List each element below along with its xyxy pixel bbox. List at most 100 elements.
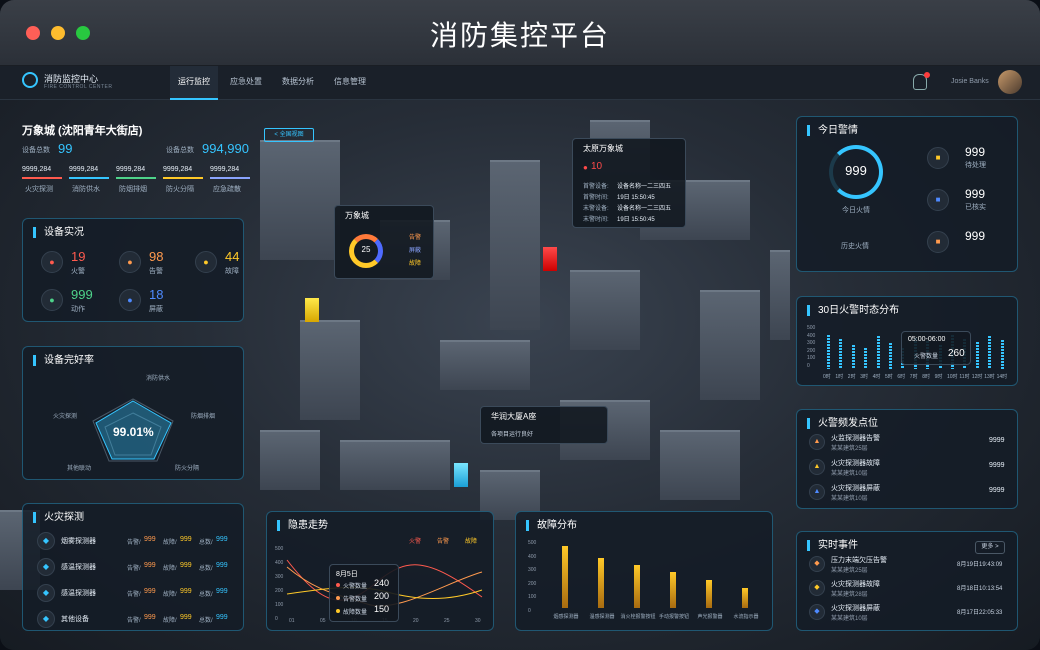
tooltip-dot — [336, 609, 340, 613]
hazard-ytick: 100 — [275, 602, 284, 608]
equip-icon: ● — [41, 289, 63, 311]
history-label: 历史火情 — [841, 243, 869, 250]
equip-icon: ● — [119, 251, 141, 273]
building-pin-huarun[interactable] — [454, 463, 468, 487]
tab-analysis[interactable]: 数据分析 — [274, 66, 322, 100]
detector-icon: ◆ — [37, 532, 55, 550]
month-xtick: 3时 — [860, 374, 868, 380]
detector-stat-label: 告警/ — [127, 592, 141, 598]
building-pin-wanxiang[interactable] — [305, 298, 319, 322]
stat-value: 9999,284 — [210, 166, 240, 173]
tab-info[interactable]: 信息管理 — [326, 66, 374, 100]
equip-value: 44 — [225, 249, 240, 264]
axis-smoke: 防烟排烟 — [191, 414, 216, 420]
popup-huarun[interactable]: 华润大厦A座 各项目运行良好 — [480, 406, 608, 444]
building-pin-taiyuan[interactable] — [543, 247, 557, 271]
fault-xtick: 烟感探测器 — [553, 614, 579, 620]
axis-water: 消防供水 — [146, 376, 171, 382]
hazard-ytick: 200 — [275, 588, 284, 594]
equip-label: 火警 — [71, 268, 85, 275]
month-xtick: 12时 — [971, 374, 983, 380]
fault-ytick: 0 — [528, 608, 531, 614]
detector-stat-label: 总数/ — [199, 618, 213, 624]
stat-value: 9999,284 — [163, 166, 193, 173]
event-sub: 某某建筑25层 — [831, 568, 868, 574]
hazard-xtick: 05 — [320, 618, 326, 624]
popup-row-label: 首警设备: — [583, 184, 609, 190]
legend-shield: 屏蔽 — [409, 248, 422, 254]
detector-name: 感温探测器 — [61, 590, 96, 597]
month-xtick: 8时 — [922, 374, 930, 380]
month-xtick: 10时 — [947, 374, 958, 380]
fault-ytick: 100 — [528, 594, 537, 601]
detector-stat-value: 999 — [180, 562, 192, 569]
stat-label: 应急疏散 — [213, 186, 241, 193]
month-bar — [864, 348, 868, 369]
hazard-xtick: 20 — [413, 618, 419, 624]
avatar[interactable] — [998, 70, 1022, 94]
month-tooltip: 05:00-06:00 火警数量 260 — [901, 331, 971, 365]
devices-count: 99 — [58, 141, 73, 156]
detector-name: 其他设备 — [61, 616, 89, 623]
freq-panel: 火警频发点位 ▲ 火监探测器告警 某某建筑25层 9999 ▲ 火灾探测器故障 某某建筑10… — [796, 409, 1018, 509]
more-button[interactable]: 更多 > — [975, 541, 1005, 554]
freq-value: 9999 — [989, 462, 1005, 469]
fault-ytick: 200 — [528, 580, 537, 587]
legend-fault-pop: 故障 — [409, 261, 422, 267]
month-bar — [876, 336, 880, 369]
event-date: 8月18日10:13:54 — [957, 586, 1003, 592]
popup-wanxiang[interactable]: 万象城 25 告警 屏蔽 故障 — [334, 205, 434, 279]
stat-bar — [210, 177, 250, 179]
detector-stat-value: 999 — [144, 536, 156, 543]
tab-emergency[interactable]: 应急处置 — [222, 66, 270, 100]
equip-label: 动作 — [71, 306, 85, 313]
detector-icon: ◆ — [37, 584, 55, 602]
month-ytick: 200 — [807, 347, 816, 354]
popup-row-value: 设备名称一二三四五 — [617, 206, 672, 212]
today-icon: ■ — [927, 147, 949, 169]
freq-title: 火灾探测器故障 — [831, 460, 880, 467]
hazard-xtick: 30 — [475, 618, 481, 624]
month-xtick: 14时 — [996, 374, 1008, 380]
event-date: 8月19日19:43:09 — [957, 562, 1003, 568]
tooltip-value: 240 — [374, 578, 390, 588]
integrity-panel: 设备完好率 99.01% 消防供水 防烟排烟 防火分隔 其他联动 火灾探测 — [22, 346, 244, 480]
equip-icon: ● — [119, 289, 141, 311]
stat-bar — [22, 177, 62, 179]
return-national-view-button[interactable]: < 全国视图 — [264, 128, 314, 142]
tab-monitor[interactable]: 运行监控 — [170, 66, 218, 100]
freq-sub: 某某建筑25层 — [831, 446, 868, 452]
stat-label: 防烟排烟 — [119, 186, 147, 193]
month-xtick: 1时 — [835, 374, 844, 380]
axis-other: 其他联动 — [67, 466, 92, 472]
detector-stat-value: 999 — [216, 536, 228, 543]
tooltip-label: 火警数量 — [343, 584, 368, 590]
fault-title: 故障分布 — [526, 520, 577, 531]
freq-title: 火警频发点位 — [807, 418, 878, 429]
popup-huarun-status: 各项目运行良好 — [491, 432, 534, 438]
month-bar — [851, 345, 855, 369]
hazard-tooltip: 8月5日 火警数量 240 告警数量 200 故障数量 150 — [329, 564, 399, 622]
event-sub: 某某建筑28层 — [831, 592, 868, 598]
brand-subtitle: FIRE CONTROL CENTER — [44, 84, 113, 90]
popup-taiyuan[interactable]: 太原万象城 ● 10 首警设备: 设备名称一二三四五 首警时间: 19日 15:50:… — [572, 138, 686, 228]
month-dist-panel: 30日火警时态分布 500 400 300 200 100 0 0时 1时 2时 3时 4时 5时 6时… — [796, 296, 1018, 386]
axis-fire-sep: 防火分隔 — [175, 466, 200, 472]
app-window: 消防集控平台 消防监控中心 FIRE CONTROL CENTER 运行监控 应… — [0, 0, 1040, 650]
freq-title: 火监探测器告警 — [831, 435, 880, 442]
detector-stat-value: 999 — [144, 562, 156, 569]
fault-xtick: 消火栓报警按钮 — [620, 614, 656, 620]
alarm-bell-icon[interactable] — [913, 72, 930, 90]
stat-value: 9999,284 — [22, 166, 52, 173]
fault-ytick: 300 — [528, 567, 537, 574]
month-bar — [839, 338, 843, 369]
detector-stat-label: 总数/ — [199, 592, 213, 598]
event-icon: ◆ — [809, 556, 825, 572]
hazard-xtick: 01 — [289, 618, 295, 624]
detector-stat-label: 告警/ — [127, 566, 141, 572]
detector-stat-value: 999 — [180, 588, 192, 595]
hazard-ytick: 0 — [275, 616, 278, 622]
top-nav: 消防监控中心 FIRE CONTROL CENTER 运行监控 应急处置 数据分… — [0, 66, 1040, 100]
freq-sub: 某某建筑10层 — [831, 471, 868, 477]
month-ytick: 100 — [807, 355, 816, 362]
